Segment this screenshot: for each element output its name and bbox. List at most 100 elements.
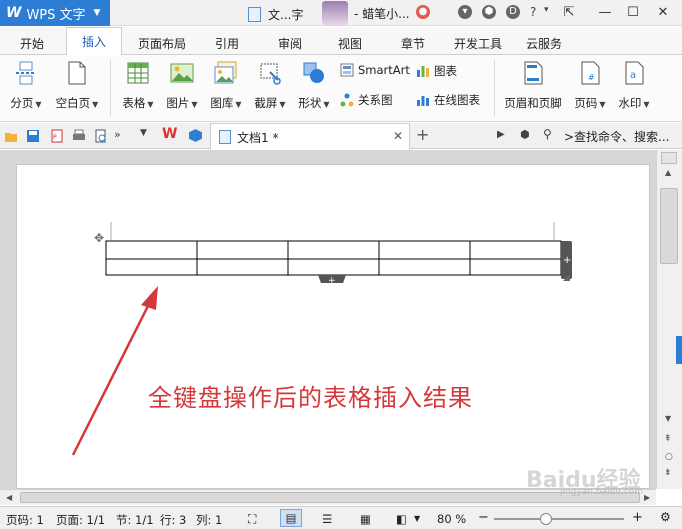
chevron-down-icon: ▼ xyxy=(93,8,101,18)
minimize-icon[interactable]: — xyxy=(592,3,618,23)
screenshot-button[interactable]: 截屏 ▼ xyxy=(250,60,290,111)
zoom-out-icon[interactable]: − xyxy=(478,510,489,525)
online-chart-button[interactable]: 在线图表 xyxy=(416,92,480,108)
help-icon[interactable]: ? xyxy=(530,5,536,19)
scroll-thumb[interactable] xyxy=(660,188,678,264)
tab-insert[interactable]: 插入 xyxy=(66,27,122,56)
wps-home-icon[interactable]: W xyxy=(162,126,177,142)
scroll-down-icon[interactable]: ▼ xyxy=(665,414,671,423)
status-column[interactable]: 列: 1 xyxy=(196,512,222,528)
tab-cloud[interactable]: 云服务 xyxy=(526,35,562,52)
table-button[interactable]: 表格 ▼ xyxy=(118,60,158,111)
inserted-table[interactable]: ✥ + + xyxy=(92,228,576,288)
outline-view-icon[interactable]: ☰ xyxy=(322,512,332,526)
user-account[interactable]: - 蜡笔小... xyxy=(322,1,410,25)
settings-gear-icon[interactable]: ⚙ xyxy=(660,510,671,524)
play-icon[interactable]: ▶ xyxy=(497,129,505,140)
header-footer-icon xyxy=(524,61,543,85)
customize-dropdown-icon[interactable]: ▼ xyxy=(140,128,147,138)
notification-icon[interactable]: ● xyxy=(416,5,430,19)
page-number-button[interactable]: # 页码 ▼ xyxy=(570,60,610,111)
maximize-icon[interactable]: ☐ xyxy=(620,3,646,23)
vertical-scrollbar[interactable]: ▲ ▼ ⇞ ○ ⇟ xyxy=(656,150,682,489)
screenshot-icon xyxy=(260,63,281,85)
chart-button[interactable]: 图表 xyxy=(416,63,457,79)
page-number-icon: # xyxy=(581,61,600,85)
side-panel-toggle[interactable] xyxy=(676,336,682,364)
scroll-left-icon[interactable]: ◀ xyxy=(6,493,12,502)
blank-page-label: 空白页 xyxy=(55,96,91,110)
svg-text:P: P xyxy=(53,134,57,141)
command-search-input[interactable]: >查找命令、搜索... xyxy=(564,128,670,145)
open-folder-icon[interactable] xyxy=(4,129,18,143)
header-footer-button[interactable]: 页眉和页脚 xyxy=(498,60,568,111)
cloud-docs-icon[interactable] xyxy=(188,128,203,143)
relation-chart-icon xyxy=(340,93,354,107)
zoom-slider-thumb[interactable] xyxy=(540,513,552,525)
tab-developer[interactable]: 开发工具 xyxy=(454,35,502,52)
search-icon[interactable]: ⚲ xyxy=(543,127,552,141)
page-break-icon xyxy=(16,61,36,85)
select-browse-icon[interactable]: ○ xyxy=(665,452,673,462)
gallery-button[interactable]: 图库 ▼ xyxy=(206,60,246,111)
more-tools-icon[interactable]: » xyxy=(114,128,121,141)
scroll-right-icon[interactable]: ▶ xyxy=(644,493,650,502)
zoom-level[interactable]: 80 % xyxy=(437,512,466,526)
status-line[interactable]: 行: 3 xyxy=(160,512,186,528)
print-icon[interactable] xyxy=(72,129,86,143)
export-pdf-icon[interactable]: P xyxy=(50,129,64,143)
app-menu-button[interactable]: W WPS 文字 ▼ xyxy=(0,0,110,26)
eye-protection-icon[interactable]: ◧ xyxy=(396,512,407,526)
prev-page-icon[interactable]: ⇞ xyxy=(664,434,672,444)
status-page-number[interactable]: 页码: 1 xyxy=(6,512,44,528)
cube-icon[interactable]: ⬢ xyxy=(520,128,530,141)
settings-icon[interactable]: ⬢ xyxy=(482,5,496,19)
tab-page-layout[interactable]: 页面布局 xyxy=(138,35,186,52)
view-dropdown-icon[interactable]: ▼ xyxy=(414,514,420,523)
gallery-label: 图库 xyxy=(210,96,234,110)
status-section[interactable]: 节: 1/1 xyxy=(116,512,154,528)
new-tab-button[interactable]: + xyxy=(416,125,429,144)
document-overlay xyxy=(71,222,555,456)
blank-page-button[interactable]: 空白页 ▼ xyxy=(52,60,102,111)
ruler-toggle-icon[interactable] xyxy=(661,152,677,164)
table-move-handle-icon[interactable]: ✥ xyxy=(94,231,104,245)
tab-home[interactable]: 开始 xyxy=(20,35,44,52)
page-view-icon[interactable]: ▤ xyxy=(280,509,302,527)
close-tab-icon[interactable]: ✕ xyxy=(393,129,403,143)
tab-review[interactable]: 审阅 xyxy=(278,35,302,52)
share-icon[interactable]: D xyxy=(506,5,520,19)
chart-icon xyxy=(417,66,429,77)
skin-icon[interactable]: ▾ xyxy=(458,5,472,19)
zoom-slider[interactable] xyxy=(494,518,624,520)
tab-section[interactable]: 章节 xyxy=(401,35,425,52)
help-dropdown-icon[interactable]: ▾ xyxy=(544,5,549,15)
page-break-button[interactable]: 分页 ▼ xyxy=(6,60,46,111)
fullscreen-view-icon[interactable]: ⛶ xyxy=(248,512,256,527)
watermark-url: jingyan.baidu.com xyxy=(560,487,644,497)
close-icon[interactable]: ✕ xyxy=(650,3,676,23)
shape-button[interactable]: 形状 ▼ xyxy=(294,60,334,111)
tab-view[interactable]: 视图 xyxy=(338,35,362,52)
watermark-button[interactable]: a 水印 ▼ xyxy=(614,60,654,111)
tab-references[interactable]: 引用 xyxy=(215,35,239,52)
ribbon-divider xyxy=(110,60,111,116)
scroll-up-icon[interactable]: ▲ xyxy=(665,168,671,177)
relation-chart-button[interactable]: 关系图 xyxy=(340,92,393,108)
smartart-button[interactable]: SmartArt xyxy=(340,63,410,77)
svg-text:✥: ✥ xyxy=(94,231,104,245)
restore-ribbon-icon[interactable]: ⇱ xyxy=(556,3,582,23)
document-tab[interactable]: 文档1 * ✕ xyxy=(210,123,410,150)
title-doc-tab[interactable]: 文...字 xyxy=(248,6,303,23)
print-preview-icon[interactable] xyxy=(94,129,108,143)
relation-chart-label: 关系图 xyxy=(358,93,393,107)
picture-button[interactable]: 图片 ▼ xyxy=(162,60,202,111)
web-view-icon[interactable]: ▦ xyxy=(360,512,371,526)
next-page-icon[interactable]: ⇟ xyxy=(664,468,672,478)
table-icon xyxy=(127,62,149,84)
wps-logo-icon: W xyxy=(6,5,22,21)
zoom-in-icon[interactable]: + xyxy=(632,510,643,525)
status-pages[interactable]: 页面: 1/1 xyxy=(56,512,105,528)
ribbon-divider xyxy=(494,60,495,116)
save-icon[interactable] xyxy=(26,129,40,143)
